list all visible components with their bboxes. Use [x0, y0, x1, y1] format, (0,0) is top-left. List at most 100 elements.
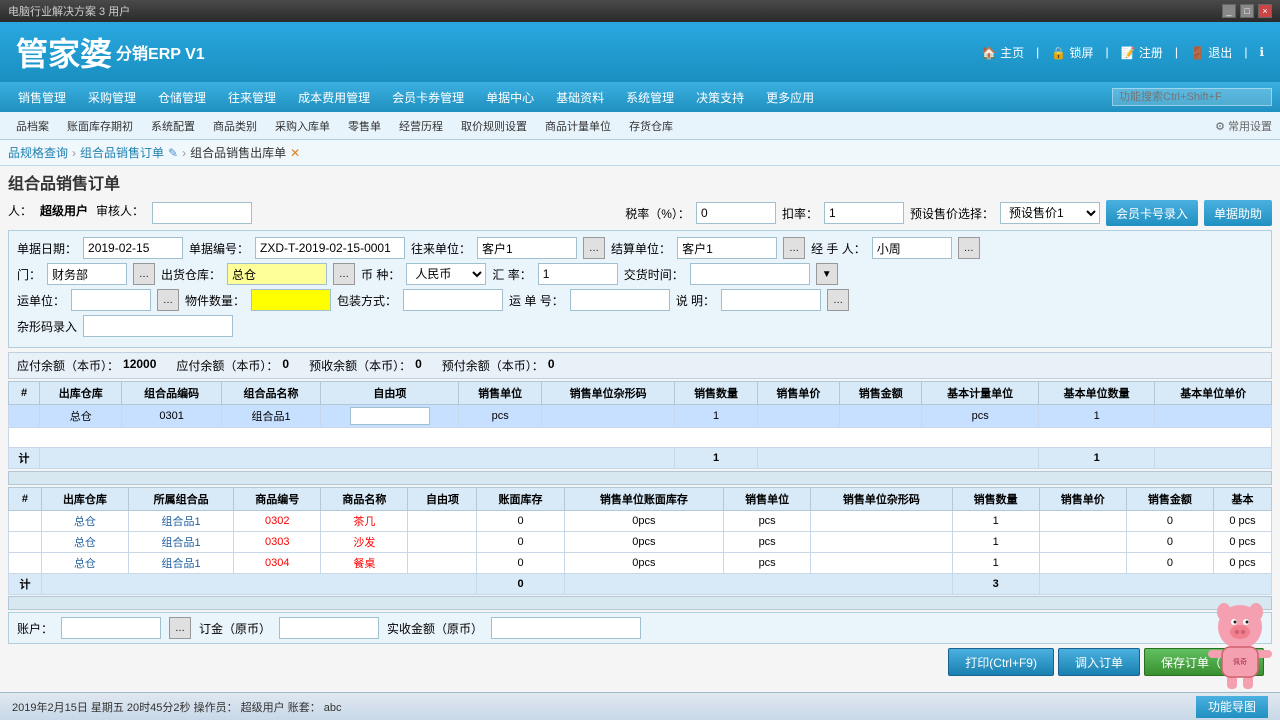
footer-left: 2019年2月15日 星期五 20时45分2秒 操作员： 超级用户 账套： ab… [12, 699, 342, 715]
package-input[interactable] [403, 289, 503, 311]
account-browse[interactable]: … [169, 617, 191, 639]
breadcrumb-item-2[interactable]: 组合品销售订单 [80, 144, 164, 161]
b-cell-warehouse: 总仓 [41, 553, 128, 574]
tax-input[interactable] [696, 202, 776, 224]
breadcrumb-item-3[interactable]: 组合品销售出库单 [190, 144, 286, 161]
order-no-input[interactable] [255, 237, 405, 259]
member-card-btn[interactable]: 会员卡号录入 [1106, 200, 1198, 226]
minimize-btn[interactable]: _ [1222, 4, 1236, 18]
nav-warehouse[interactable]: 仓储管理 [148, 85, 216, 110]
col-no: # [9, 382, 40, 405]
exchange-input[interactable] [538, 263, 618, 285]
maximize-btn[interactable]: □ [1240, 4, 1254, 18]
nav-decision[interactable]: 决策支持 [686, 85, 754, 110]
package-label: 包装方式： [337, 292, 397, 309]
toolbar-product[interactable]: 品档案 [8, 116, 57, 136]
trade-time-browse[interactable]: ▼ [816, 263, 838, 285]
settle-unit-browse[interactable]: … [783, 237, 805, 259]
nav-cost[interactable]: 成本费用管理 [288, 85, 380, 110]
to-unit-input[interactable] [477, 237, 577, 259]
order-no-label: 单据编号： [189, 240, 249, 257]
actual-amt-input[interactable] [491, 617, 641, 639]
info-btn[interactable]: ℹ [1259, 45, 1264, 59]
cell-free[interactable] [321, 405, 459, 428]
col-base-qty: 基本单位数量 [1038, 382, 1155, 405]
toolbar-stock-init[interactable]: 账面库存期初 [59, 116, 141, 136]
toolbar-history[interactable]: 经营历程 [391, 116, 451, 136]
to-unit-browse[interactable]: … [583, 237, 605, 259]
import-btn[interactable]: 调入订单 [1058, 648, 1140, 676]
save-btn[interactable]: 保存订单（F6） [1144, 648, 1264, 676]
toolbar-system-config[interactable]: 系统配置 [143, 116, 203, 136]
bottom-table-scrollbar[interactable] [8, 596, 1272, 610]
toolbar-price-rule[interactable]: 取价规则设置 [453, 116, 535, 136]
table-row[interactable]: 总仓 0301 组合品1 pcs 1 pcs 1 [9, 405, 1272, 428]
b-cell-unit-stock: 0pcs [564, 553, 723, 574]
account-input[interactable] [61, 617, 161, 639]
exit-btn[interactable]: 🚪 退出 [1190, 44, 1232, 61]
toolbar-category[interactable]: 商品类别 [205, 116, 265, 136]
lock-btn[interactable]: 🔒 锁屏 [1051, 44, 1093, 61]
register-btn[interactable]: 📝 注册 [1121, 44, 1163, 61]
handler-browse[interactable]: … [958, 237, 980, 259]
remark-input[interactable] [721, 289, 821, 311]
review-input[interactable] [152, 202, 252, 224]
remark-browse[interactable]: … [827, 289, 849, 311]
order-amt-input[interactable] [279, 617, 379, 639]
b-cell-stock: 0 [477, 553, 564, 574]
scan-input[interactable] [83, 315, 233, 337]
col-price: 销售单价 [757, 382, 839, 405]
nav-more[interactable]: 更多应用 [756, 85, 824, 110]
dept-input[interactable] [47, 263, 127, 285]
currency-select[interactable]: 人民币 [406, 263, 486, 285]
discount-input[interactable] [824, 202, 904, 224]
footer-help-btn[interactable]: 功能导图 [1196, 696, 1268, 718]
breadcrumb-item-1[interactable]: 品规格查询 [8, 144, 68, 161]
toolbar-retail[interactable]: 零售单 [340, 116, 389, 136]
b-total-qty: 3 [952, 574, 1039, 595]
ship-no-input[interactable] [570, 289, 670, 311]
handler-input[interactable] [872, 237, 952, 259]
nav-orders[interactable]: 单据中心 [476, 85, 544, 110]
b-cell-base: 0 pcs [1213, 532, 1271, 553]
toolbar-warehouse[interactable]: 存货仓库 [621, 116, 681, 136]
top-table-scrollbar[interactable] [8, 471, 1272, 485]
trade-time-input[interactable] [690, 263, 810, 285]
form-row-2: 门： … 出货仓库： … 币 种： 人民币 汇 率： 交货时间： ▼ [17, 263, 1263, 285]
col-warehouse: 出库仓库 [40, 382, 122, 405]
logo: 管家婆 分销ERP V1 [16, 29, 205, 75]
b-cell-price [1039, 511, 1126, 532]
b-col-qty: 销售数量 [952, 488, 1039, 511]
shipping-input[interactable] [71, 289, 151, 311]
footer-account-label: 账套： [288, 702, 321, 714]
help-btn[interactable]: 单据助助 [1204, 200, 1272, 226]
close-btn[interactable]: × [1258, 4, 1272, 18]
toolbar-measure[interactable]: 商品计量单位 [537, 116, 619, 136]
home-btn[interactable]: 🏠 主页 [982, 44, 1024, 61]
nav-basic[interactable]: 基础资料 [546, 85, 614, 110]
nav-search-input[interactable] [1112, 88, 1272, 106]
window-controls[interactable]: _ □ × [1222, 4, 1272, 18]
toolbar-purchase-in[interactable]: 采购入库单 [267, 116, 338, 136]
free-input[interactable] [350, 407, 430, 425]
nav-sales[interactable]: 销售管理 [8, 85, 76, 110]
toolbar-settings[interactable]: ⚙ 常用设置 [1215, 118, 1272, 134]
date-input[interactable] [83, 237, 183, 259]
table-row[interactable]: 总仓 组合品1 0304 餐桌 0 0pcs pcs 1 0 0 pcs [9, 553, 1272, 574]
wh-browse[interactable]: … [333, 263, 355, 285]
nav-system[interactable]: 系统管理 [616, 85, 684, 110]
warehouse-input[interactable] [227, 263, 327, 285]
nav-purchase[interactable]: 采购管理 [78, 85, 146, 110]
dept-browse[interactable]: … [133, 263, 155, 285]
footer-operator-label: 操作员： [194, 702, 238, 714]
nav-member[interactable]: 会员卡券管理 [382, 85, 474, 110]
nav-transaction[interactable]: 往来管理 [218, 85, 286, 110]
item-count-input[interactable] [251, 289, 331, 311]
table-row[interactable]: 总仓 组合品1 0302 茶几 0 0pcs pcs 1 0 0 pcs [9, 511, 1272, 532]
b-cell-qty: 1 [952, 553, 1039, 574]
settle-unit-input[interactable] [677, 237, 777, 259]
shipping-browse[interactable]: … [157, 289, 179, 311]
price-select[interactable]: 预设售价1 [1000, 202, 1100, 224]
table-row[interactable]: 总仓 组合品1 0303 沙发 0 0pcs pcs 1 0 0 pcs [9, 532, 1272, 553]
print-btn[interactable]: 打印(Ctrl+F9) [948, 648, 1054, 676]
